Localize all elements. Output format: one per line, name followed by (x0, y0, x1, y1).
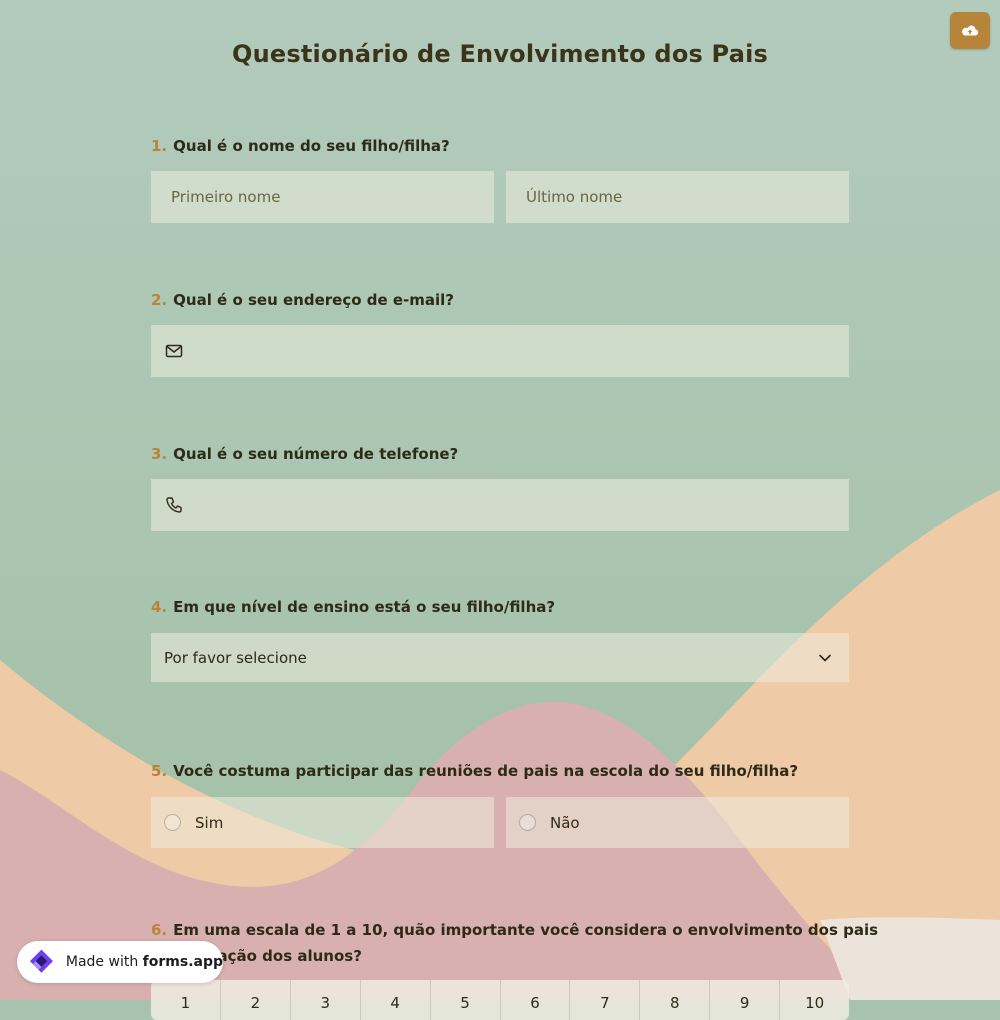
last-name-placeholder: Último nome (526, 188, 623, 206)
scale-option[interactable]: 9 (710, 980, 781, 1020)
cloud-upload-icon (962, 25, 979, 36)
radio-option-nao[interactable]: Não (506, 797, 849, 848)
radio-circle-icon (519, 814, 536, 831)
first-name-placeholder: Primeiro nome (171, 188, 281, 206)
scale-option[interactable]: 5 (431, 980, 501, 1020)
scale-option[interactable]: 1 (151, 980, 221, 1020)
question-1-number: 1. (151, 137, 168, 155)
question-4-text: Em que nível de ensino está o seu filho/… (173, 598, 556, 616)
question-3-label: 3. Qual é o seu número de telefone? (151, 445, 458, 463)
scale-option[interactable]: 8 (640, 980, 711, 1020)
scale-option[interactable]: 6 (501, 980, 571, 1020)
badge-prefix: Made with (65, 954, 143, 970)
scale-option[interactable]: 10 (780, 980, 849, 1020)
scale-option[interactable]: 7 (570, 980, 641, 1020)
upload-button[interactable] (950, 12, 990, 49)
question-4-label: 4. Em que nível de ensino está o seu filh… (151, 598, 555, 616)
first-name-input[interactable]: Primeiro nome (151, 171, 494, 223)
envelope-icon (165, 344, 183, 358)
rating-scale: 1 2 3 4 5 6 7 8 9 10 (151, 980, 849, 1020)
question-6-label: 6. Em uma escala de 1 a 10, quão importan… (151, 917, 878, 969)
form-page: Questionário de Envolvimento dos Pais 1.… (0, 0, 1000, 1020)
forms-app-logo-icon (29, 949, 53, 973)
question-5-text: Você costuma participar das reuniões de … (173, 762, 799, 780)
chevron-down-icon (819, 654, 831, 661)
scale-option[interactable]: 2 (221, 980, 291, 1020)
question-1-label: 1. Qual é o nome do seu filho/filha? (151, 137, 450, 155)
email-input[interactable] (151, 325, 849, 377)
question-3-number: 3. (151, 445, 168, 463)
question-2-text: Qual é o seu endereço de e-mail? (173, 291, 455, 309)
question-5-label: 5. Você costuma participar das reuniões d… (151, 762, 798, 780)
question-5-number: 5. (151, 762, 168, 780)
question-2-label: 2. Qual é o seu endereço de e-mail? (151, 291, 454, 309)
question-2-number: 2. (151, 291, 168, 309)
question-3-text: Qual é o seu número de telefone? (173, 445, 459, 463)
education-level-select[interactable]: Por favor selecione (151, 633, 849, 682)
education-level-selected: Por favor selecione (164, 648, 307, 667)
question-6-text-line1: Em uma escala de 1 a 10, quão importante… (173, 921, 879, 939)
scale-option[interactable]: 4 (361, 980, 431, 1020)
question-1-text: Qual é o nome do seu filho/filha? (173, 137, 450, 155)
badge-text: Made with forms.app (66, 954, 223, 970)
last-name-input[interactable]: Último nome (506, 171, 849, 223)
scale-option[interactable]: 3 (291, 980, 361, 1020)
question-6-number: 6. (151, 921, 168, 939)
radio-circle-icon (164, 814, 181, 831)
phone-input[interactable] (151, 479, 849, 531)
question-4-number: 4. (151, 598, 168, 616)
radio-option-label: Sim (195, 813, 224, 832)
made-with-badge[interactable]: Made with forms.app (17, 941, 223, 983)
form-title: Questionário de Envolvimento dos Pais (232, 40, 768, 68)
badge-brand: forms.app (142, 954, 223, 970)
radio-option-label: Não (550, 813, 580, 832)
phone-icon (166, 497, 182, 513)
radio-option-sim[interactable]: Sim (151, 797, 494, 848)
